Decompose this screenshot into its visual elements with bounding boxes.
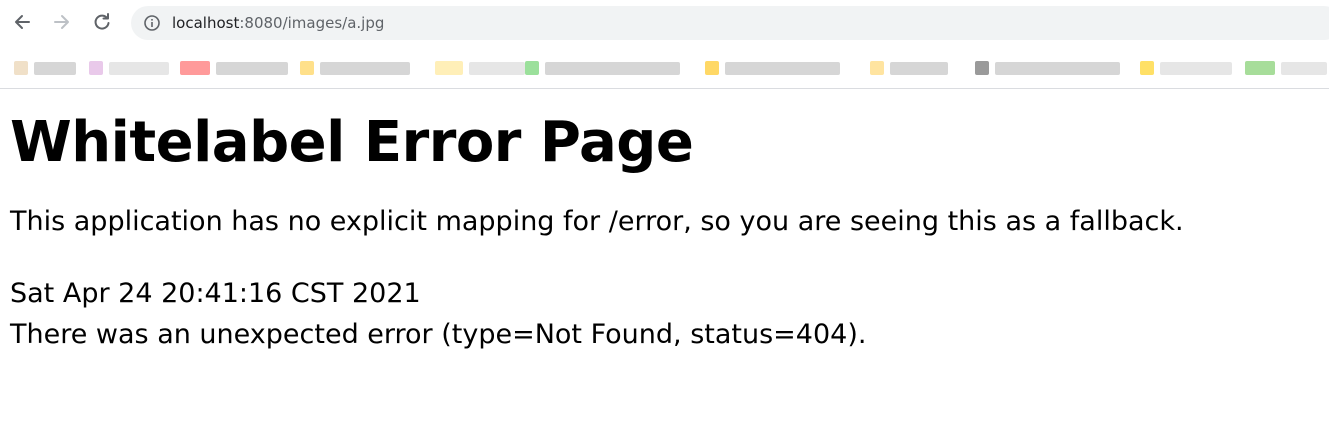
- bookmark-label-blurred: [1160, 61, 1232, 75]
- url-path: :8080/images/a.jpg: [239, 14, 385, 32]
- error-details: Sat Apr 24 20:41:16 CST 2021 There was a…: [10, 273, 1320, 355]
- bookmark-label-blurred: [725, 61, 840, 75]
- bookmark-item[interactable]: [435, 60, 525, 76]
- arrow-right-icon: [54, 15, 69, 29]
- forward-button[interactable]: [48, 8, 76, 36]
- info-circle-icon[interactable]: [143, 14, 161, 32]
- bookmark-item[interactable]: [870, 60, 948, 76]
- favicon-icon: [1245, 61, 1275, 75]
- bookmark-label-blurred: [34, 61, 76, 75]
- reload-button[interactable]: [88, 8, 116, 36]
- favicon-icon: [89, 61, 103, 75]
- url-host: localhost: [172, 14, 240, 32]
- favicon-icon: [975, 61, 989, 75]
- favicon-icon: [435, 61, 463, 75]
- favicon-icon: [180, 61, 210, 75]
- page-title: Whitelabel Error Page: [10, 110, 694, 175]
- bookmarks-bar: [0, 46, 1329, 88]
- reload-icon: [94, 13, 110, 30]
- bookmark-item[interactable]: [525, 60, 680, 76]
- favicon-icon: [1140, 61, 1154, 75]
- favicon-icon: [870, 61, 884, 75]
- bookmark-label-blurred: [320, 61, 410, 75]
- url-text[interactable]: localhost:8080/images/a.jpg: [172, 13, 384, 33]
- bookmark-label-blurred: [995, 61, 1120, 75]
- bookmark-label-blurred: [890, 61, 948, 75]
- bookmark-label-blurred: [545, 61, 680, 75]
- address-bar[interactable]: localhost:8080/images/a.jpg: [131, 6, 1329, 40]
- favicon-icon: [705, 61, 719, 75]
- bookmark-item[interactable]: [14, 60, 76, 76]
- bookmark-item[interactable]: [180, 60, 288, 76]
- error-description: This application has no explicit mapping…: [10, 206, 1184, 237]
- browser-toolbar: localhost:8080/images/a.jpg: [0, 0, 1329, 46]
- bookmark-item[interactable]: [705, 60, 840, 76]
- favicon-icon: [525, 61, 539, 75]
- bookmark-label-blurred: [469, 61, 525, 75]
- bookmark-label-blurred: [109, 61, 169, 75]
- bookmark-item[interactable]: [1245, 60, 1327, 76]
- bookmark-item[interactable]: [1140, 60, 1232, 76]
- page-content: Whitelabel Error Page This application h…: [10, 88, 1320, 355]
- error-message: There was an unexpected error (type=Not …: [10, 319, 867, 350]
- favicon-icon: [300, 61, 314, 75]
- arrow-left-icon: [15, 15, 30, 29]
- bookmark-item[interactable]: [975, 60, 1120, 76]
- bookmark-label-blurred: [1281, 61, 1327, 75]
- error-timestamp: Sat Apr 24 20:41:16 CST 2021: [10, 278, 421, 309]
- bookmark-item[interactable]: [89, 60, 169, 76]
- bookmark-label-blurred: [216, 61, 288, 75]
- favicon-icon: [14, 61, 28, 75]
- browser-chrome: localhost:8080/images/a.jpg: [0, 0, 1329, 89]
- back-button[interactable]: [8, 8, 36, 36]
- bookmark-item[interactable]: [300, 60, 410, 76]
